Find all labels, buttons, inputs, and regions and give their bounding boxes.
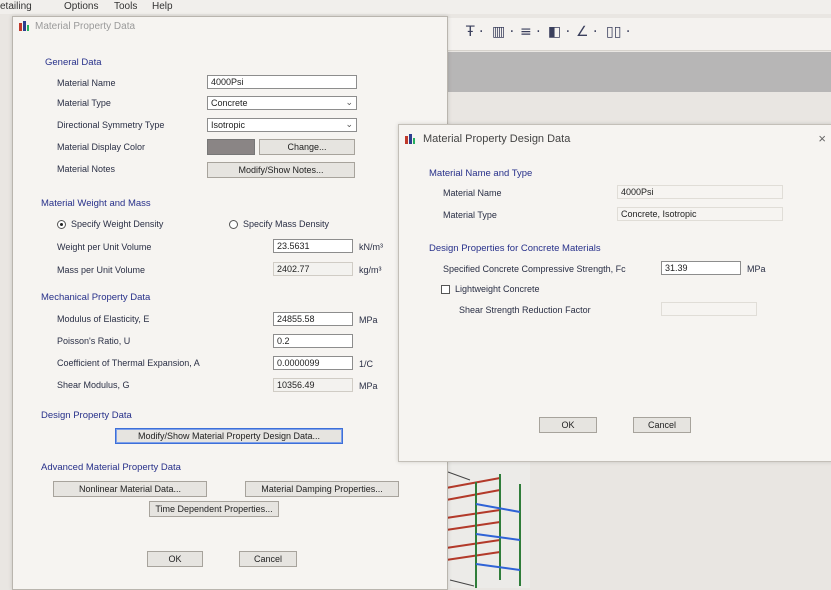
modulus-elasticity-unit: MPa	[359, 315, 378, 325]
material-name-input[interactable]: 4000Psi	[207, 75, 357, 89]
mechanical-heading: Mechanical Property Data	[41, 292, 151, 303]
menu-options[interactable]: Options	[64, 1, 98, 12]
thermal-expansion-input[interactable]: 0.0000099	[273, 356, 353, 370]
advanced-property-heading: Advanced Material Property Data	[41, 462, 181, 473]
directional-symmetry-label: Directional Symmetry Type	[57, 120, 165, 130]
material-property-data-dialog: Material Property Data General Data Mate…	[12, 16, 448, 590]
design-material-type-label: Material Type	[443, 210, 497, 220]
modulus-elasticity-input[interactable]: 24855.58	[273, 312, 353, 326]
material-property-design-data-dialog: Material Property Design Data × Material…	[398, 124, 831, 462]
thermal-expansion-unit: 1/C	[359, 359, 374, 369]
toolbar: Ŧ · ▥ · ≡ · ◧ · ∠ · ▯▯ ·	[440, 18, 831, 51]
poissons-ratio-input[interactable]: 0.2	[273, 334, 353, 348]
mass-unit: kg/m³	[359, 265, 382, 275]
weight-mass-heading: Material Weight and Mass	[41, 198, 151, 209]
concrete-design-heading: Design Properties for Concrete Materials	[429, 243, 601, 254]
design-property-heading: Design Property Data	[41, 410, 132, 421]
material-type-value: Concrete	[211, 98, 248, 108]
toolbar-tool-1[interactable]: Ŧ ·	[466, 24, 483, 40]
dialog-title: Material Property Data	[35, 21, 136, 32]
specify-weight-radio[interactable]	[57, 220, 66, 229]
weight-per-volume-input[interactable]: 23.5631	[273, 239, 353, 253]
design-material-type-value: Concrete, Isotropic	[617, 207, 783, 221]
lightweight-concrete-checkbox[interactable]	[441, 285, 450, 294]
chevron-down-icon: ⌄	[345, 97, 353, 107]
modify-show-notes-button[interactable]: Modify/Show Notes...	[207, 162, 355, 178]
change-color-button[interactable]: Change...	[259, 139, 355, 155]
shear-modulus-input: 10356.49	[273, 378, 353, 392]
shear-reduction-input	[661, 302, 757, 316]
toolbar-tool-5[interactable]: ∠ ·	[576, 24, 597, 40]
modulus-elasticity-label: Modulus of Elasticity, E	[57, 314, 150, 324]
design-dialog-titlebar: Material Property Design Data ×	[399, 125, 831, 151]
app-icon	[405, 134, 415, 144]
material-type-select[interactable]: Concrete ⌄	[207, 96, 357, 110]
fc-input[interactable]: 31.39	[661, 261, 741, 275]
time-dependent-button[interactable]: Time Dependent Properties...	[149, 501, 279, 517]
app-icon	[19, 21, 29, 31]
specify-mass-label: Specify Mass Density	[243, 219, 330, 229]
general-data-heading: General Data	[45, 57, 102, 68]
display-color-swatch	[207, 139, 255, 155]
design-cancel-button[interactable]: Cancel	[633, 417, 691, 433]
material-name-label: Material Name	[57, 78, 116, 88]
toolbar-tool-4[interactable]: ◧ ·	[548, 24, 570, 40]
chevron-down-icon: ⌄	[345, 119, 353, 129]
nonlinear-material-data-button[interactable]: Nonlinear Material Data...	[53, 481, 207, 497]
lightweight-concrete-label: Lightweight Concrete	[455, 284, 540, 294]
mass-per-volume-label: Mass per Unit Volume	[57, 265, 146, 275]
material-notes-label: Material Notes	[57, 164, 116, 174]
weight-unit: kN/m³	[359, 242, 383, 252]
shear-reduction-label: Shear Strength Reduction Factor	[459, 305, 591, 315]
toolbar-tool-3[interactable]: ≡ ·	[520, 24, 541, 40]
menu-help[interactable]: Help	[152, 1, 173, 12]
thermal-expansion-label: Coefficient of Thermal Expansion, A	[57, 358, 200, 368]
weight-per-volume-label: Weight per Unit Volume	[57, 242, 152, 252]
close-icon[interactable]: ×	[818, 131, 826, 146]
structure-model-view	[440, 460, 530, 588]
menu-bar: etailing Options Tools Help	[0, 0, 831, 14]
specify-weight-label: Specify Weight Density	[71, 219, 164, 229]
mass-per-volume-input: 2402.77	[273, 262, 353, 276]
design-dialog-title: Material Property Design Data	[423, 133, 571, 145]
material-damping-button[interactable]: Material Damping Properties...	[245, 481, 399, 497]
fc-label: Specified Concrete Compressive Strength,…	[443, 264, 626, 274]
model-view-header	[440, 52, 831, 92]
cancel-button[interactable]: Cancel	[239, 551, 297, 567]
toolbar-tool-2[interactable]: ▥ ·	[492, 24, 514, 40]
toolbar-tool-6[interactable]: ▯▯ ·	[606, 24, 630, 40]
ok-button[interactable]: OK	[147, 551, 203, 567]
shear-modulus-label: Shear Modulus, G	[57, 380, 130, 390]
dialog-titlebar: Material Property Data	[13, 17, 447, 39]
menu-detailing[interactable]: etailing	[0, 1, 32, 12]
design-material-name-label: Material Name	[443, 188, 502, 198]
directional-symmetry-select[interactable]: Isotropic ⌄	[207, 118, 357, 132]
menu-tools[interactable]: Tools	[114, 1, 137, 12]
specify-mass-radio[interactable]	[229, 220, 238, 229]
material-type-label: Material Type	[57, 98, 111, 108]
name-type-heading: Material Name and Type	[429, 168, 533, 179]
design-material-name-value: 4000Psi	[617, 185, 783, 199]
directional-symmetry-value: Isotropic	[211, 120, 246, 130]
fc-unit: MPa	[747, 264, 766, 274]
display-color-label: Material Display Color	[57, 142, 146, 152]
modify-show-design-data-button[interactable]: Modify/Show Material Property Design Dat…	[115, 428, 343, 444]
shear-modulus-unit: MPa	[359, 381, 378, 391]
poissons-ratio-label: Poisson's Ratio, U	[57, 336, 131, 346]
design-ok-button[interactable]: OK	[539, 417, 597, 433]
